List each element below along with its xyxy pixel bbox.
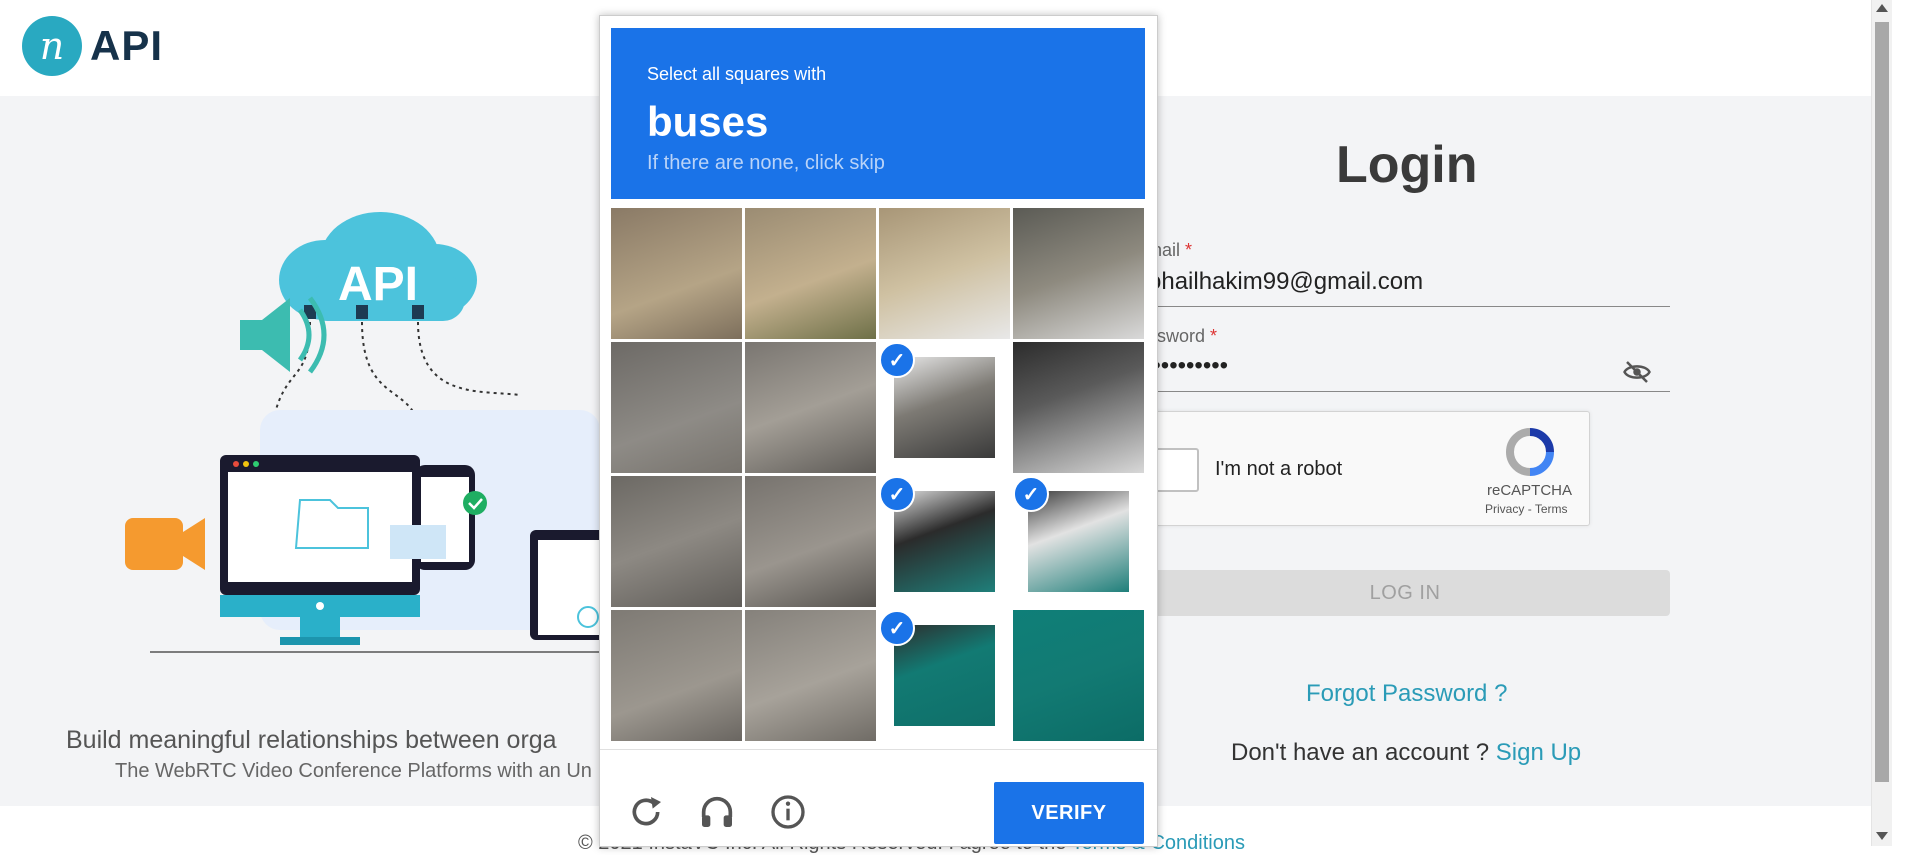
password-underline <box>1140 391 1670 392</box>
recaptcha-widget: I'm not a robot reCAPTCHA Privacy - Term… <box>1140 411 1590 526</box>
captcha-tile[interactable]: ✓ <box>879 342 1010 473</box>
captcha-tile[interactable] <box>1013 342 1144 473</box>
captcha-tile-image <box>611 342 742 473</box>
password-label: ssword * <box>1148 326 1217 347</box>
captcha-tile-image <box>611 476 742 607</box>
captcha-tile[interactable] <box>611 208 742 339</box>
recaptcha-link-separator: - <box>1527 502 1532 516</box>
info-icon[interactable] <box>768 792 808 832</box>
required-mark: * <box>1210 326 1218 346</box>
captcha-tile[interactable] <box>1013 208 1144 339</box>
forgot-password-link[interactable]: Forgot Password ? <box>1306 680 1507 708</box>
tile-selected-check-icon: ✓ <box>879 342 915 378</box>
captcha-tile-image <box>745 476 876 607</box>
captcha-hint: If there are none, click skip <box>647 152 885 174</box>
recaptcha-privacy-link[interactable]: Privacy <box>1485 502 1524 516</box>
captcha-tile[interactable] <box>1013 610 1144 741</box>
captcha-tile[interactable] <box>745 342 876 473</box>
captcha-tile-image <box>1013 208 1144 339</box>
scroll-down-arrow-icon[interactable] <box>1876 832 1888 840</box>
captcha-tile[interactable] <box>879 208 1010 339</box>
captcha-footer: VERIFY <box>600 749 1157 847</box>
recaptcha-brand: reCAPTCHA <box>1487 482 1573 499</box>
recaptcha-terms-link[interactable]: Terms <box>1535 502 1568 516</box>
email-underline <box>1140 306 1670 307</box>
eye-off-icon[interactable] <box>1622 357 1652 387</box>
captcha-instruction: Select all squares with <box>647 64 827 84</box>
tile-selected-check-icon: ✓ <box>1013 476 1049 512</box>
captcha-tile-image <box>745 208 876 339</box>
captcha-tile[interactable] <box>611 342 742 473</box>
sub-tagline: The WebRTC Video Conference Platforms wi… <box>115 760 592 782</box>
captcha-challenge: Select all squares with buses If there a… <box>599 15 1158 847</box>
reload-icon[interactable] <box>626 792 666 832</box>
captcha-tile[interactable]: ✓ <box>879 610 1010 741</box>
captcha-tile-image <box>611 208 742 339</box>
page-scrollbar[interactable] <box>1871 0 1892 846</box>
recaptcha-checkbox[interactable] <box>1155 448 1199 492</box>
laptop-icon <box>530 530 600 640</box>
camera-icon <box>125 518 205 570</box>
captcha-tile[interactable]: ✓ <box>879 476 1010 607</box>
signup-prompt: Don't have an account ? Sign Up <box>1231 739 1581 767</box>
captcha-tile[interactable] <box>745 208 876 339</box>
captcha-tile[interactable] <box>611 610 742 741</box>
logo-badge: n <box>22 16 82 76</box>
captcha-tile[interactable] <box>745 610 876 741</box>
recaptcha-links: Privacy - Terms <box>1485 502 1567 516</box>
recaptcha-label: I'm not a robot <box>1215 458 1343 480</box>
app-logo[interactable]: n API <box>22 16 163 76</box>
verify-button[interactable]: VERIFY <box>994 782 1144 844</box>
api-illustration: API <box>125 212 600 653</box>
sign-up-link[interactable]: Sign Up <box>1496 739 1581 766</box>
tile-selected-check-icon: ✓ <box>879 476 915 512</box>
captcha-tile-image <box>745 342 876 473</box>
captcha-tile[interactable] <box>745 476 876 607</box>
email-field[interactable]: ohailhakim99@gmail.com <box>1148 268 1423 296</box>
captcha-tile-image <box>611 610 742 741</box>
captcha-grid: ✓ ✓ ✓ ✓ <box>611 208 1145 741</box>
email-label: nail * <box>1152 240 1192 261</box>
recaptcha-logo-icon <box>1506 428 1554 476</box>
logo-text: API <box>90 22 164 69</box>
captcha-tile[interactable]: ✓ <box>1013 476 1144 607</box>
required-mark: * <box>1185 240 1193 260</box>
captcha-tile-image <box>1013 610 1144 741</box>
login-title: Login <box>1336 136 1478 194</box>
captcha-header: Select all squares with buses If there a… <box>611 28 1145 199</box>
scroll-thumb[interactable] <box>1875 22 1889 782</box>
captcha-target: buses <box>647 98 769 145</box>
no-account-text: Don't have an account ? <box>1231 739 1490 766</box>
captcha-tile-image <box>879 208 1010 339</box>
headphones-icon[interactable] <box>697 792 737 832</box>
captcha-tile-image <box>1013 342 1144 473</box>
captcha-tile[interactable] <box>611 476 742 607</box>
tagline: Build meaningful relationships between o… <box>66 726 557 754</box>
scroll-up-arrow-icon[interactable] <box>1876 4 1888 12</box>
cloud-label: API <box>338 258 418 311</box>
captcha-tile-image <box>745 610 876 741</box>
login-button[interactable]: LOG IN <box>1140 570 1670 616</box>
tile-selected-check-icon: ✓ <box>879 610 915 646</box>
